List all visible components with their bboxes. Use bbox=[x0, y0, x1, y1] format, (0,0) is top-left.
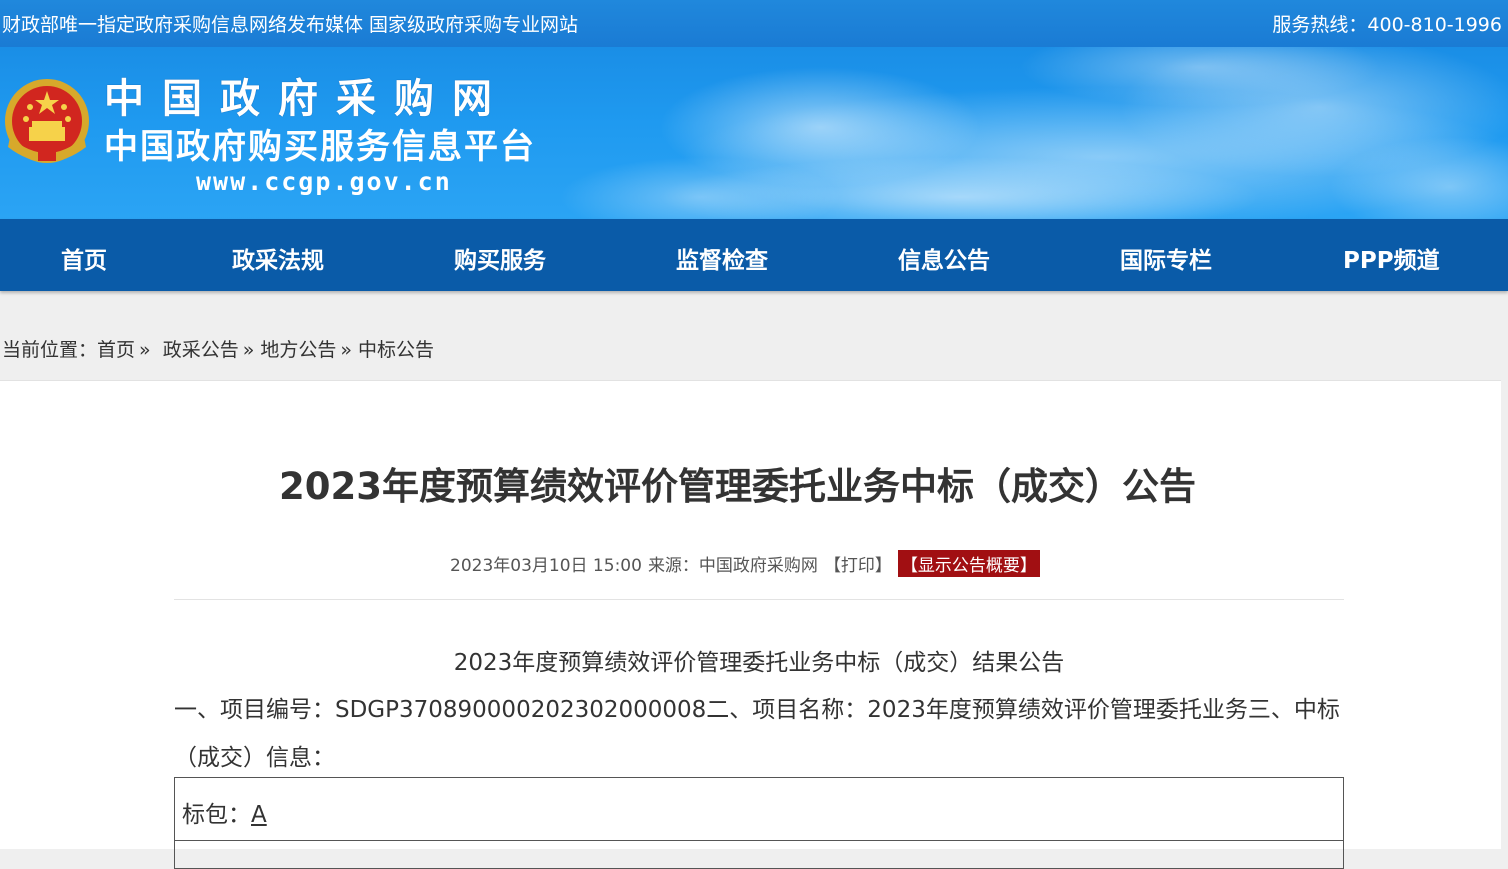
breadcrumb-separator: » bbox=[340, 339, 352, 361]
site-logo-title: 中国政府采购网 bbox=[104, 76, 510, 122]
package-label: 标包： bbox=[182, 802, 251, 828]
breadcrumb-prefix: 当前位置： bbox=[2, 339, 98, 361]
site-logo-subtitle: 中国政府购买服务信息平台 bbox=[104, 127, 536, 167]
nav-item-purchase-services[interactable]: 购买服务 bbox=[454, 241, 546, 275]
breadcrumb-separator: » bbox=[139, 339, 151, 361]
breadcrumb-gov-procurement[interactable]: 政采公告 bbox=[163, 339, 239, 361]
package-cell: 标包：A bbox=[182, 795, 267, 829]
nav-item-regulations[interactable]: 政采法规 bbox=[232, 241, 324, 275]
site-banner: 中国政府采购网 中国政府购买服务信息平台 www.ccgp.gov.cn bbox=[0, 47, 1508, 219]
article-paragraph: 一、项目编号：SDGP370890000202302000008二、项目名称：2… bbox=[174, 697, 1340, 771]
breadcrumb-separator: » bbox=[242, 339, 255, 361]
package-value: A bbox=[251, 802, 267, 828]
breadcrumb: 当前位置：首页» 政采公告» 地方公告» 中标公告 bbox=[2, 335, 434, 362]
nav-item-supervision[interactable]: 监督检查 bbox=[676, 241, 768, 275]
top-bar: 财政部唯一指定政府采购信息网络发布媒体 国家级政府采购专业网站 服务热线：400… bbox=[0, 0, 1508, 47]
breadcrumb-home[interactable]: 首页 bbox=[97, 339, 135, 361]
main-nav: 首页 政采法规 购买服务 监督检查 信息公告 国际专栏 PPP频道 bbox=[0, 219, 1508, 291]
article-meta: 2023年03月10日 15:00 来源：中国政府采购网 【打印】 【显示公告概… bbox=[450, 550, 1046, 577]
national-emblem-icon bbox=[5, 79, 89, 163]
print-button[interactable]: 【打印】 bbox=[824, 551, 892, 576]
nav-item-international[interactable]: 国际专栏 bbox=[1120, 241, 1212, 275]
article-source: 来源：中国政府采购网 bbox=[647, 556, 818, 576]
article-datetime: 2023年03月10日 15:00 bbox=[450, 556, 642, 576]
award-info-table: 标包：A bbox=[174, 777, 1344, 869]
divider bbox=[174, 599, 1344, 600]
service-hotline: 服务热线：400-810-1996 bbox=[1272, 14, 1502, 36]
article-title: 2023年度预算绩效评价管理委托业务中标（成交）公告 bbox=[279, 465, 1196, 508]
breadcrumb-local[interactable]: 地方公告 bbox=[260, 339, 336, 361]
nav-item-announcements[interactable]: 信息公告 bbox=[898, 241, 990, 275]
site-logo-url: www.ccgp.gov.cn bbox=[196, 167, 452, 196]
table-row: 标包：A bbox=[175, 778, 1343, 841]
nav-item-ppp[interactable]: PPP频道 bbox=[1343, 241, 1440, 275]
site-slogan: 财政部唯一指定政府采购信息网络发布媒体 国家级政府采购专业网站 bbox=[2, 14, 579, 36]
article-subtitle: 2023年度预算绩效评价管理委托业务中标（成交）结果公告 bbox=[453, 650, 1065, 676]
show-summary-button[interactable]: 【显示公告概要】 bbox=[897, 550, 1040, 577]
breadcrumb-award[interactable]: 中标公告 bbox=[358, 339, 434, 361]
nav-item-home[interactable]: 首页 bbox=[61, 241, 107, 275]
